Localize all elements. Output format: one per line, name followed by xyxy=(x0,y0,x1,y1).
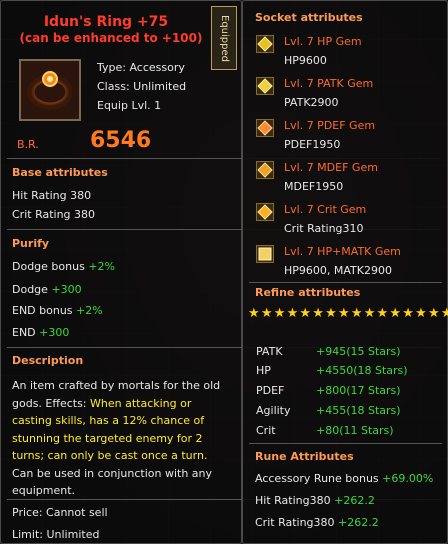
gem-name: Lvl. 7 PDEF Gem xyxy=(284,119,376,132)
socket-attributes-heading: Socket attributes xyxy=(255,11,363,24)
gem-name: Lvl. 7 HP Gem xyxy=(284,35,362,48)
br-label: B.R. xyxy=(17,138,39,151)
item-price: Price: Cannot sell xyxy=(12,506,108,519)
purify-line: Dodge bonus +2% xyxy=(12,260,115,273)
purify-value: +300 xyxy=(39,326,70,339)
rune-label: Crit Rating380 xyxy=(255,516,335,529)
rune-line: Accessory Rune bonus +69.00% xyxy=(255,472,433,485)
gem-icon xyxy=(256,119,274,137)
rune-label: Accessory Rune bonus xyxy=(255,472,379,485)
refine-value: +80(11 Stars) xyxy=(316,424,394,437)
refine-value: +455(18 Stars) xyxy=(316,404,401,417)
divider xyxy=(249,282,442,283)
refine-stat: Agility xyxy=(256,404,291,417)
rune-value: +262.2 xyxy=(334,494,375,507)
refine-stars: ★★★★★★★★★★★★★★★★ xyxy=(248,306,448,321)
refine-stat: Crit xyxy=(256,424,276,437)
description-text: An item crafted by mortals for the old g… xyxy=(12,377,234,500)
gem-value: HP9600 xyxy=(284,54,327,67)
refine-value: +800(17 Stars) xyxy=(316,384,401,397)
purify-value: +2% xyxy=(76,304,103,317)
gem-value: Crit Rating310 xyxy=(284,222,364,235)
item-icon xyxy=(19,59,81,121)
purify-line: Dodge +300 xyxy=(12,283,82,296)
gem-value: HP9600, MATK2900 xyxy=(284,264,392,277)
rune-label: Hit Rating380 xyxy=(255,494,331,507)
rune-attributes-heading: Rune Attributes xyxy=(255,450,354,463)
gem-icon xyxy=(256,203,274,221)
gem-value: MDEF1950 xyxy=(284,180,344,193)
rune-value: +262.2 xyxy=(338,516,379,529)
purify-line: END +300 xyxy=(12,326,69,339)
item-title: Idun's Ring +75 xyxy=(43,14,169,30)
refine-value: +4550(18 Stars) xyxy=(316,364,408,377)
purify-value: +2% xyxy=(88,260,115,273)
purify-line: END bonus +2% xyxy=(12,304,103,317)
item-class: Class: Unlimited xyxy=(97,80,187,93)
description-heading: Description xyxy=(12,354,84,367)
gem-name: Lvl. 7 MDEF Gem xyxy=(284,161,378,174)
gem-name: Lvl. 7 HP+MATK Gem xyxy=(284,245,401,258)
gem-icon xyxy=(256,245,274,263)
purify-label: Dodge xyxy=(12,283,48,296)
refine-value: +945(15 Stars) xyxy=(316,345,401,358)
gem-icon xyxy=(256,35,274,53)
gem-value: PDEF1950 xyxy=(284,138,341,151)
item-limit: Limit: Unlimited xyxy=(12,528,100,541)
enhance-note: (can be enhanced to +100) xyxy=(19,31,203,45)
gem-name: Lvl. 7 PATK Gem xyxy=(284,77,374,90)
gem-icon xyxy=(256,161,274,179)
purify-label: Dodge bonus xyxy=(12,260,85,273)
br-value: 6546 xyxy=(90,128,152,153)
purify-label: END bonus xyxy=(12,304,73,317)
description-outro: Can be used in conjunction with any equi… xyxy=(12,466,213,498)
refine-stat: HP xyxy=(256,364,271,377)
refine-stat: PDEF xyxy=(256,384,285,397)
purify-heading: Purify xyxy=(12,237,50,250)
gem-icon xyxy=(256,77,274,95)
gem-value: PATK2900 xyxy=(284,96,339,109)
base-attribute-line: Hit Rating 380 xyxy=(12,189,92,202)
item-type: Type: Accessory xyxy=(97,61,185,74)
rune-line: Crit Rating380 +262.2 xyxy=(255,516,379,529)
base-attribute-line: Crit Rating 380 xyxy=(12,208,96,221)
ring-icon xyxy=(21,61,79,119)
divider xyxy=(249,443,442,444)
equipped-label: Equipped xyxy=(218,14,230,62)
refine-stat: PATK xyxy=(256,345,283,358)
base-attributes-heading: Base attributes xyxy=(12,166,108,179)
rune-value: +69.00% xyxy=(382,472,434,485)
rune-line: Hit Rating380 +262.2 xyxy=(255,494,375,507)
refine-attributes-heading: Refine attributes xyxy=(255,286,361,299)
gem-name: Lvl. 7 Crit Gem xyxy=(284,203,367,216)
equipped-tag: Equipped xyxy=(211,6,237,70)
item-equip-level: Equip Lvl. 1 xyxy=(97,99,162,112)
purify-value: +300 xyxy=(51,283,82,296)
purify-label: END xyxy=(12,326,36,339)
